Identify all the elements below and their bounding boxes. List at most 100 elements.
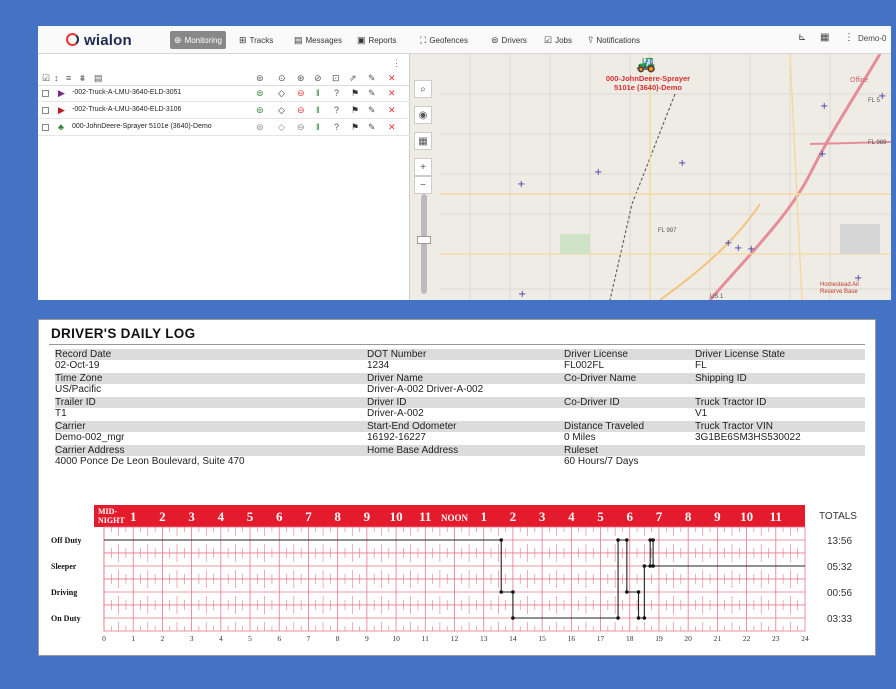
field-label: Driver License State <box>695 349 786 360</box>
tab-geofences[interactable]: ⛶ Geofences <box>416 31 472 49</box>
field-value: T1 <box>55 408 67 419</box>
signal-icon[interactable]: ‖ <box>316 88 320 98</box>
edit-icon[interactable]: ✎ <box>368 88 376 99</box>
zoom-out-button[interactable]: − <box>414 176 432 194</box>
delete-icon[interactable]: ✕ <box>388 105 396 116</box>
hour-header-label: 11 <box>419 509 431 524</box>
status-change-point <box>625 590 629 594</box>
delete-icon[interactable]: ✕ <box>388 88 396 99</box>
hour-header-label: 1 <box>130 509 137 524</box>
tab-notifications[interactable]: ⍢ Notifications <box>584 31 644 49</box>
track-column-icon[interactable]: ⇗ <box>349 73 357 84</box>
driver-icon[interactable]: ⊜ <box>256 88 264 99</box>
status-total: 13:56 <box>827 536 852 547</box>
more-icon[interactable]: ⋮ <box>844 32 854 43</box>
state-icon[interactable]: ◇ <box>278 122 285 133</box>
delete-column-icon[interactable]: ✕ <box>388 73 396 84</box>
flag-icon[interactable]: ⚑ <box>351 105 359 116</box>
connection-icon[interactable]: ⊖ <box>297 88 305 99</box>
layers-icon[interactable]: ◉ <box>414 106 432 124</box>
signal-icon[interactable]: ‖ <box>316 105 320 115</box>
help-icon[interactable]: ? <box>334 105 339 115</box>
tab-label: Notifications <box>596 35 640 45</box>
hour-header-label: 8 <box>334 509 341 524</box>
tab-messages[interactable]: ▤ Messages <box>290 31 346 49</box>
user-menu[interactable]: Demo-0 <box>858 34 886 43</box>
zoom-slider-handle[interactable] <box>417 236 431 244</box>
unit-checkbox[interactable] <box>42 124 49 131</box>
road-label: US 1 <box>710 294 724 300</box>
filter-icon[interactable]: ⩩ <box>80 73 85 84</box>
search-map-icon[interactable]: ⌕ <box>414 80 432 98</box>
map-view[interactable]: + + + + + + + + + + + ⌕ ◉ ▦ + − 🚜 000-JohnDeere… <box>410 54 891 300</box>
x-tick-label: 5 <box>248 634 252 643</box>
field-label: Co-Driver Name <box>564 373 637 384</box>
x-tick-label: 21 <box>714 634 722 643</box>
flag-icon[interactable]: ⚑ <box>351 88 359 99</box>
list-options-icon[interactable]: ⋮ <box>392 58 401 69</box>
field-value: 60 Hours/7 Days <box>564 456 639 467</box>
hour-header-label: 5 <box>247 509 254 524</box>
driver-icon[interactable]: ⊜ <box>256 105 264 116</box>
delete-icon[interactable]: ✕ <box>388 122 396 133</box>
zoom-slider[interactable] <box>421 194 427 294</box>
flag-icon[interactable]: ⚑ <box>351 122 359 133</box>
ruler-icon[interactable]: ⊾ <box>798 32 806 43</box>
unit-row[interactable]: ♣ 000-JohnDeere-Sprayer 5101e (3640)-Demo… <box>38 120 410 136</box>
unit-checkbox[interactable] <box>42 90 49 97</box>
connection-column-icon[interactable]: ⊛ <box>297 73 305 84</box>
tab-label: Geofences <box>429 35 469 45</box>
unit-name[interactable]: 000-JohnDeere-Sprayer 5101e (3640)-Demo <box>72 123 212 130</box>
zoom-in-button[interactable]: + <box>414 158 432 176</box>
tab-tracks[interactable]: ⊞ Tracks <box>235 31 277 49</box>
edit-icon[interactable]: ✎ <box>368 105 376 116</box>
field-value: V1 <box>695 408 708 419</box>
x-tick-label: 10 <box>392 634 400 643</box>
hour-header-label: 10 <box>390 509 403 524</box>
tab-reports[interactable]: ▣ Reports <box>353 31 401 49</box>
x-tick-label: 14 <box>509 634 517 643</box>
hour-header-label: 8 <box>685 509 692 524</box>
field-label: Carrier <box>55 421 86 432</box>
state-column-icon[interactable]: ⊙ <box>278 73 286 84</box>
field-label: Driver ID <box>367 397 407 408</box>
edit-column-icon[interactable]: ✎ <box>368 73 376 84</box>
svg-text:+: + <box>678 158 686 169</box>
info-row-band <box>55 445 865 456</box>
state-icon[interactable]: ◇ <box>278 88 285 99</box>
command-column-icon[interactable]: ⊡ <box>332 73 340 84</box>
driver-column-icon[interactable]: ⊜ <box>256 73 264 84</box>
edit-icon[interactable]: ✎ <box>368 122 376 133</box>
connection-icon[interactable]: ⊖ <box>297 105 305 116</box>
signal-icon[interactable]: ‖ <box>316 122 320 132</box>
tractor-icon[interactable]: 🚜 <box>636 54 656 74</box>
tab-label: Tracks <box>249 35 274 45</box>
unit-name[interactable]: -002-Truck-A-LMU-3640-ELD-3051 <box>72 89 181 96</box>
tab-drivers[interactable]: ⊜ Drivers <box>487 31 531 49</box>
connection-icon[interactable]: ⊖ <box>297 122 305 133</box>
help-icon[interactable]: ? <box>334 88 339 98</box>
x-tick-label: 24 <box>801 634 809 643</box>
driver-icon[interactable]: ⊜ <box>256 122 264 133</box>
sensor-column-icon[interactable]: ⊘ <box>314 73 322 84</box>
list-view-icon[interactable]: ≡ <box>66 73 71 83</box>
select-all-checkbox[interactable]: ☑ <box>42 73 50 84</box>
tab-label: Monitoring <box>184 35 222 45</box>
unit-checkbox[interactable] <box>42 107 49 114</box>
road-label: FL 989 <box>868 140 887 146</box>
state-icon[interactable]: ◇ <box>278 105 285 116</box>
tab-monitoring[interactable]: ⊕ Monitoring <box>170 31 226 49</box>
x-tick-label: 11 <box>422 634 429 643</box>
grid-icon[interactable]: ▦ <box>820 32 829 43</box>
help-icon[interactable]: ? <box>334 122 339 132</box>
unit-row[interactable]: ▶ -002-Truck-A-LMU-3640-ELD-3051 ⊜ ◇ ⊖ ‖? ⚑ ✎ ✕ <box>38 86 410 102</box>
field-label: Driver Name <box>367 373 424 384</box>
group-icon[interactable]: ▤ <box>94 73 103 84</box>
sort-az-icon[interactable]: ↕ <box>54 73 59 83</box>
map-type-icon[interactable]: ▦ <box>414 132 432 150</box>
app-logo[interactable]: wialon <box>66 32 132 49</box>
tab-jobs[interactable]: ☑ Jobs <box>540 31 576 49</box>
unit-name[interactable]: -002-Truck-A-LMU-3640-ELD-3106 <box>72 106 181 113</box>
hour-header-label: 7 <box>656 509 663 524</box>
unit-row[interactable]: ▶ -002-Truck-A-LMU-3640-ELD-3106 ⊜ ◇ ⊖ ‖? ⚑ ✎ ✕ <box>38 103 410 119</box>
